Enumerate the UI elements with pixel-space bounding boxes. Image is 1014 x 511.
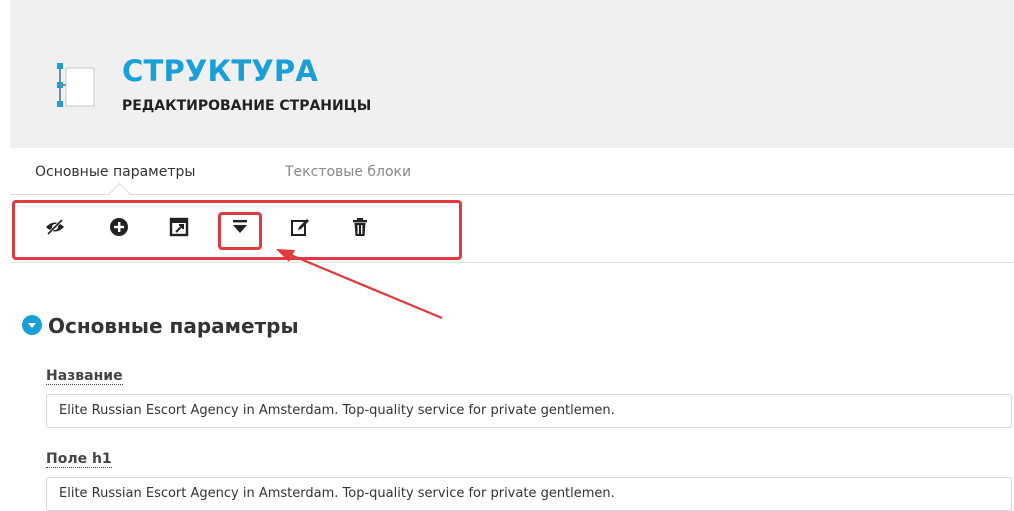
structure-tree-icon [57, 63, 95, 107]
name-field[interactable]: Elite Russian Escort Agency in Amsterdam… [46, 394, 1012, 428]
tab-text-blocks[interactable]: Текстовые блоки [285, 164, 411, 180]
tab-bar: Основные параметры Текстовые блоки [10, 148, 1014, 195]
tab-main-params[interactable]: Основные параметры [35, 164, 195, 180]
field-label-name: Название [46, 368, 123, 385]
plus-circle-icon[interactable] [106, 214, 132, 240]
section-title: Основные параметры [48, 314, 299, 338]
edit-icon[interactable] [287, 214, 313, 240]
page-subtitle: РЕДАКТИРОВАНИЕ СТРАНИЦЫ [122, 98, 372, 114]
h1-field[interactable]: Elite Russian Escort Agency in Amsterdam… [46, 477, 1012, 511]
toolbar-divider [10, 262, 1014, 263]
page-title: СТРУКТУРА [122, 54, 319, 88]
caret-down-icon[interactable] [227, 214, 253, 240]
collapse-icon[interactable] [22, 315, 42, 335]
eye-slash-icon[interactable] [42, 214, 68, 240]
field-label-h1: Поле h1 [46, 451, 112, 468]
trash-icon[interactable] [347, 214, 373, 240]
external-window-icon[interactable] [166, 214, 192, 240]
